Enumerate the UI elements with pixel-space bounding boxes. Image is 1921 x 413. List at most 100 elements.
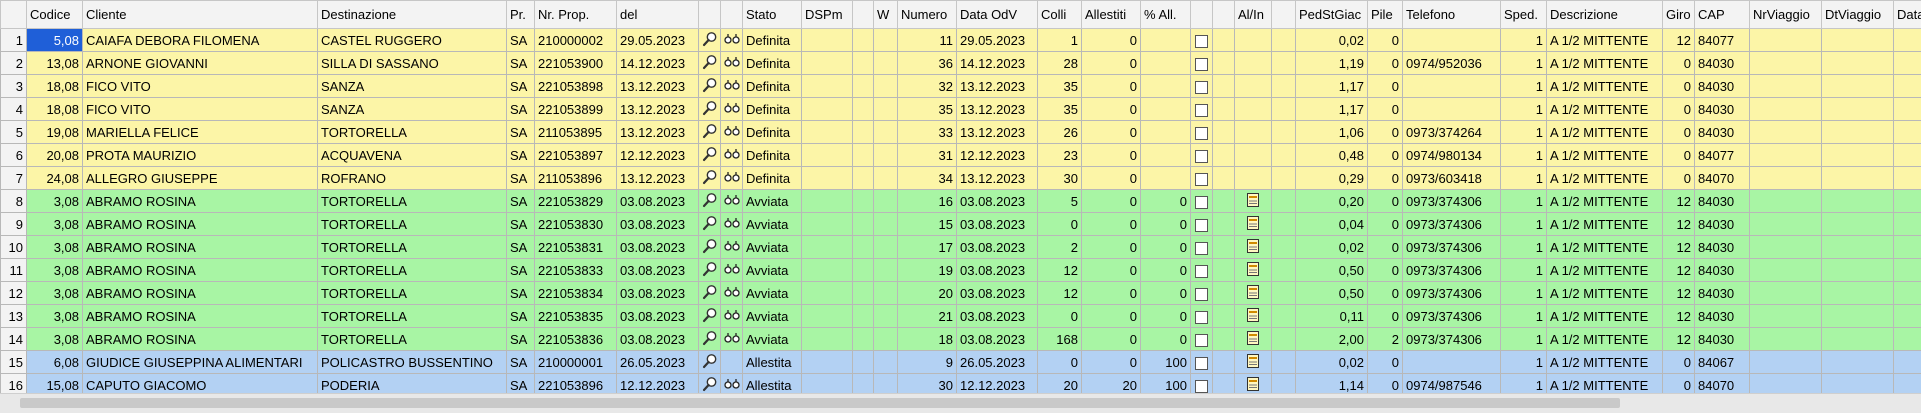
column-header-nrprop[interactable]: Nr. Prop.	[535, 1, 617, 29]
magnifier-icon[interactable]	[702, 192, 718, 211]
cell-alin[interactable]	[1235, 236, 1272, 259]
glasses-icon[interactable]	[724, 217, 740, 232]
table-row[interactable]: 15,08CAIAFA DEBORA FILOMENACASTEL RUGGER…	[1, 29, 1921, 52]
cell-rn[interactable]: 5	[1, 121, 27, 144]
magnifier-icon[interactable]	[702, 284, 718, 303]
note-icon[interactable]	[1247, 331, 1259, 348]
cell-link[interactable]	[721, 328, 743, 351]
column-header-x3[interactable]	[1272, 1, 1296, 29]
cell-view[interactable]	[699, 213, 721, 236]
cell-rn[interactable]: 13	[1, 305, 27, 328]
cell-chk[interactable]	[1191, 144, 1213, 167]
cell-rn[interactable]: 10	[1, 236, 27, 259]
note-icon[interactable]	[1247, 262, 1259, 279]
scrollbar-thumb[interactable]	[20, 398, 1620, 408]
note-icon[interactable]	[1247, 239, 1259, 256]
column-header-nrviaggio[interactable]: NrViaggio	[1750, 1, 1822, 29]
column-header-pr[interactable]: Pr.	[507, 1, 535, 29]
table-row[interactable]: 519,08MARIELLA FELICETORTORELLASA2110538…	[1, 121, 1921, 144]
column-header-stato[interactable]: Stato	[743, 1, 802, 29]
glasses-icon[interactable]	[724, 125, 740, 140]
note-icon[interactable]	[1247, 354, 1259, 371]
cell-chk[interactable]	[1191, 190, 1213, 213]
cell-view[interactable]	[699, 328, 721, 351]
note-icon[interactable]	[1247, 216, 1259, 233]
cell-view[interactable]	[699, 167, 721, 190]
cell-view[interactable]	[699, 305, 721, 328]
column-header-dtviaggio[interactable]: DtViaggio	[1822, 1, 1894, 29]
column-header-chk[interactable]	[1191, 1, 1213, 29]
magnifier-icon[interactable]	[702, 31, 718, 50]
table-row[interactable]: 418,08FICO VITOSANZASA22105389913.12.202…	[1, 98, 1921, 121]
column-header-sped[interactable]: Sped.	[1501, 1, 1547, 29]
magnifier-icon[interactable]	[702, 77, 718, 96]
cell-chk[interactable]	[1191, 328, 1213, 351]
column-header-giro[interactable]: Giro	[1663, 1, 1695, 29]
row-checkbox[interactable]	[1195, 265, 1208, 278]
cell-view[interactable]	[699, 121, 721, 144]
magnifier-icon[interactable]	[702, 376, 718, 395]
magnifier-icon[interactable]	[702, 307, 718, 326]
magnifier-icon[interactable]	[702, 261, 718, 280]
column-header-telefono[interactable]: Telefono	[1403, 1, 1501, 29]
column-header-codice[interactable]: Codice	[27, 1, 83, 29]
magnifier-icon[interactable]	[702, 169, 718, 188]
column-header-pctall[interactable]: % All.	[1141, 1, 1191, 29]
cell-rn[interactable]: 15	[1, 351, 27, 374]
cell-rn[interactable]: 6	[1, 144, 27, 167]
cell-chk[interactable]	[1191, 29, 1213, 52]
column-header-alin[interactable]: Al/In	[1235, 1, 1272, 29]
cell-link[interactable]	[721, 75, 743, 98]
cell-chk[interactable]	[1191, 305, 1213, 328]
cell-view[interactable]	[699, 259, 721, 282]
row-checkbox[interactable]	[1195, 104, 1208, 117]
row-checkbox[interactable]	[1195, 173, 1208, 186]
cell-view[interactable]	[699, 282, 721, 305]
column-header-dataodv[interactable]: Data OdV	[957, 1, 1038, 29]
glasses-icon[interactable]	[724, 33, 740, 48]
note-icon[interactable]	[1247, 377, 1259, 394]
row-checkbox[interactable]	[1195, 311, 1208, 324]
cell-alin[interactable]	[1235, 305, 1272, 328]
magnifier-icon[interactable]	[702, 330, 718, 349]
glasses-icon[interactable]	[724, 102, 740, 117]
column-header-cliente[interactable]: Cliente	[83, 1, 318, 29]
cell-alin[interactable]	[1235, 351, 1272, 374]
glasses-icon[interactable]	[724, 240, 740, 255]
table-row[interactable]: 83,08ABRAMO ROSINATORTORELLASA2210538290…	[1, 190, 1921, 213]
column-header-view[interactable]	[699, 1, 721, 29]
column-header-colli[interactable]: Colli	[1038, 1, 1082, 29]
table-row[interactable]: 156,08GIUDICE GIUSEPPINA ALIMENTARIPOLIC…	[1, 351, 1921, 374]
magnifier-icon[interactable]	[702, 123, 718, 142]
cell-chk[interactable]	[1191, 121, 1213, 144]
row-checkbox[interactable]	[1195, 288, 1208, 301]
cell-link[interactable]	[721, 29, 743, 52]
glasses-icon[interactable]	[724, 263, 740, 278]
cell-view[interactable]	[699, 236, 721, 259]
magnifier-icon[interactable]	[702, 100, 718, 119]
column-header-descrizione[interactable]: Descrizione	[1547, 1, 1663, 29]
glasses-icon[interactable]	[724, 56, 740, 71]
magnifier-icon[interactable]	[702, 54, 718, 73]
cell-rn[interactable]: 11	[1, 259, 27, 282]
table-row[interactable]: 103,08ABRAMO ROSINATORTORELLASA221053831…	[1, 236, 1921, 259]
column-header-cap[interactable]: CAP	[1695, 1, 1750, 29]
magnifier-icon[interactable]	[702, 146, 718, 165]
cell-chk[interactable]	[1191, 98, 1213, 121]
table-row[interactable]: 620,08PROTA MAURIZIOACQUAVENASA221053897…	[1, 144, 1921, 167]
horizontal-scrollbar[interactable]	[0, 393, 1921, 413]
row-checkbox[interactable]	[1195, 127, 1208, 140]
column-header-link[interactable]	[721, 1, 743, 29]
glasses-icon[interactable]	[724, 332, 740, 347]
column-header-x2[interactable]	[1213, 1, 1235, 29]
cell-view[interactable]	[699, 144, 721, 167]
column-header-rn[interactable]	[1, 1, 27, 29]
column-header-dspm[interactable]: DSPm	[802, 1, 853, 29]
cell-rn[interactable]: 12	[1, 282, 27, 305]
cell-link[interactable]	[721, 98, 743, 121]
cell-rn[interactable]: 9	[1, 213, 27, 236]
cell-view[interactable]	[699, 52, 721, 75]
cell-view[interactable]	[699, 351, 721, 374]
cell-rn[interactable]: 7	[1, 167, 27, 190]
glasses-icon[interactable]	[724, 194, 740, 209]
